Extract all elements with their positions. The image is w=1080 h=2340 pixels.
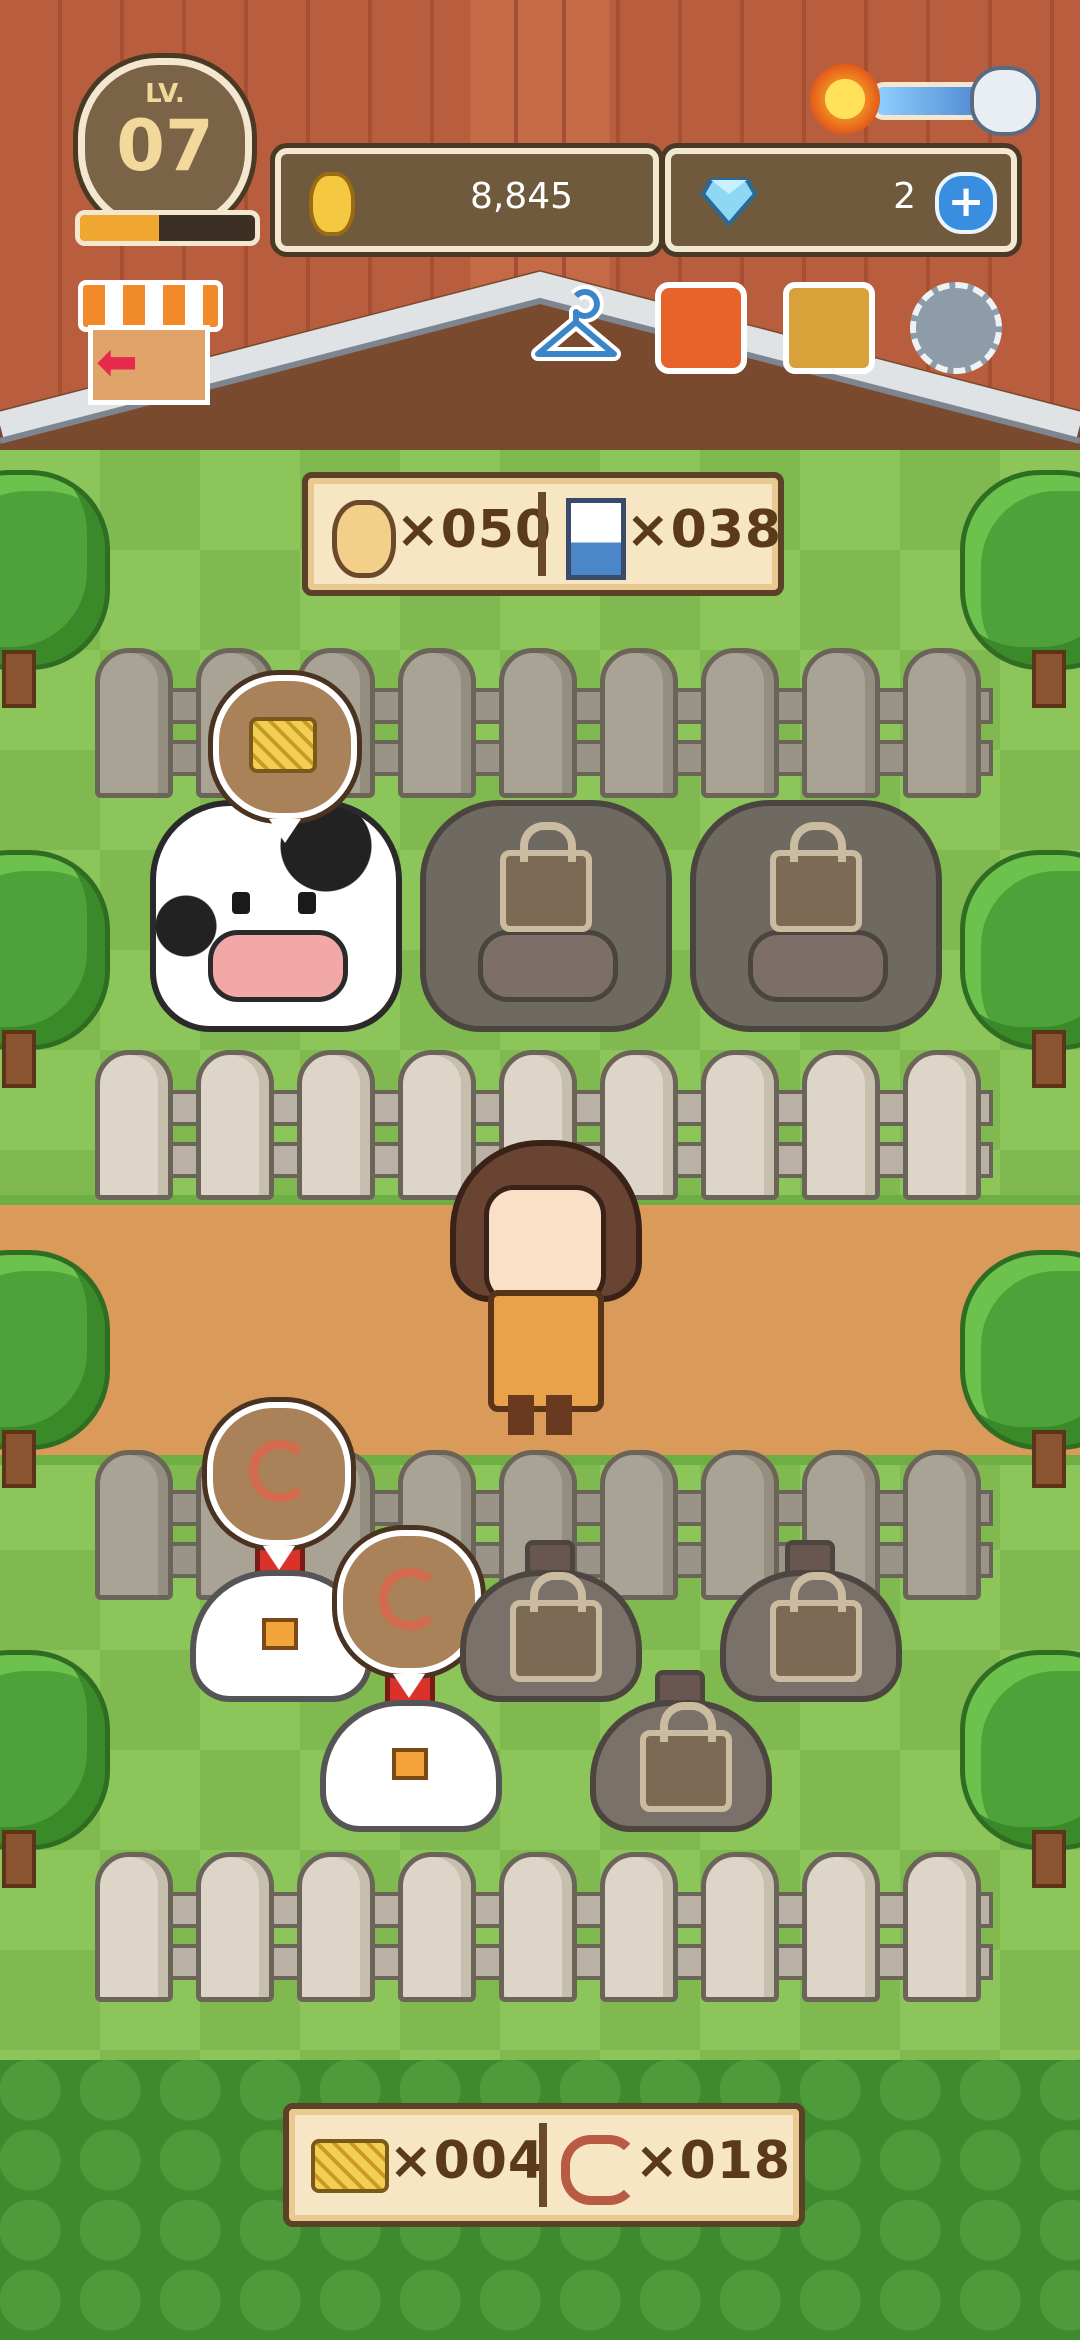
fence-picket	[802, 1852, 880, 2002]
fence-picket	[297, 1852, 375, 2002]
lock-icon	[770, 1572, 862, 1682]
cow-locked[interactable]	[420, 780, 672, 1040]
worm-count: ×018	[635, 2131, 792, 2191]
coin-counter[interactable]: 8,845	[275, 148, 659, 252]
fence-picket	[196, 1050, 274, 1200]
fence-picket	[196, 1852, 274, 2002]
fence-picket	[95, 1450, 173, 1600]
diamond-icon	[701, 178, 757, 226]
fence-picket	[701, 648, 779, 798]
arrow-left-icon: ⬅	[96, 333, 138, 391]
fence-chicken-front	[95, 1852, 993, 2002]
tree	[960, 1250, 1080, 1488]
lock-icon	[500, 822, 592, 932]
hay-icon	[311, 2139, 389, 2193]
gem-counter[interactable]: 2 +	[665, 148, 1017, 252]
sofa-button[interactable]	[655, 282, 747, 374]
worm-icon	[561, 2135, 639, 2205]
cow-nose	[208, 930, 348, 1002]
hay-count: ×004	[389, 2131, 546, 2191]
fence-picket	[802, 1050, 880, 1200]
fence-picket	[701, 1050, 779, 1200]
fence-picket	[499, 1852, 577, 2002]
fence-picket	[802, 648, 880, 798]
worm-icon	[249, 1440, 311, 1502]
fence-picket	[903, 1450, 981, 1600]
cow-locked[interactable]	[690, 780, 942, 1040]
fence-picket	[903, 1050, 981, 1200]
tree	[0, 1250, 110, 1488]
fence-picket	[701, 1852, 779, 2002]
fence-picket	[600, 648, 678, 798]
fence-picket	[95, 648, 173, 798]
coin-value: 8,845	[469, 176, 573, 217]
hanger-button[interactable]	[530, 282, 622, 374]
plus-icon[interactable]: +	[935, 172, 997, 234]
settings-button[interactable]	[910, 282, 1002, 374]
gear-icon	[910, 282, 1002, 374]
tree	[960, 1650, 1080, 1888]
worm-icon	[379, 1568, 441, 1630]
milk-count: ×038	[626, 500, 783, 560]
fence-picket	[903, 1852, 981, 2002]
moon-icon	[970, 66, 1040, 136]
fence-picket	[95, 1050, 173, 1200]
tree	[960, 850, 1080, 1088]
milk-icon	[566, 498, 626, 580]
day-night-indicator	[810, 62, 1040, 136]
chicken-locked[interactable]	[590, 1670, 772, 1840]
lock-icon	[770, 822, 862, 932]
coin-icon	[309, 172, 355, 236]
fence-picket	[398, 1852, 476, 2002]
egg-count: ×050	[396, 500, 553, 560]
farmer-character[interactable]	[450, 1140, 642, 1440]
product-counter: ×050 ×038	[302, 472, 784, 596]
fence-picket	[499, 648, 577, 798]
lock-icon	[640, 1702, 732, 1812]
lock-icon	[510, 1572, 602, 1682]
bag-button[interactable]	[783, 282, 875, 374]
fence-picket	[95, 1852, 173, 2002]
xp-progress-fill	[80, 215, 159, 241]
tree	[0, 1650, 110, 1888]
level-number: 07	[116, 105, 214, 187]
feed-request-bubble[interactable]	[213, 675, 357, 843]
egg-icon	[332, 500, 396, 578]
hay-icon	[249, 717, 317, 773]
xp-progress-bar	[75, 210, 260, 246]
feed-counter: ×004 ×018	[283, 2103, 805, 2227]
level-badge[interactable]: LV. 07	[78, 58, 252, 232]
fence-picket	[398, 648, 476, 798]
sun-icon	[810, 64, 880, 134]
feed-request-bubble[interactable]	[207, 1402, 351, 1570]
tree	[0, 470, 110, 708]
gem-value: 2	[893, 176, 916, 217]
sofa-icon	[655, 282, 747, 374]
fence-picket	[600, 1852, 678, 2002]
hanger-icon	[531, 285, 621, 361]
tree	[0, 850, 110, 1088]
bag-icon	[783, 282, 875, 374]
fence-picket	[903, 648, 981, 798]
shop-exit-button[interactable]: ⬅	[78, 280, 223, 405]
fence-picket	[297, 1050, 375, 1200]
